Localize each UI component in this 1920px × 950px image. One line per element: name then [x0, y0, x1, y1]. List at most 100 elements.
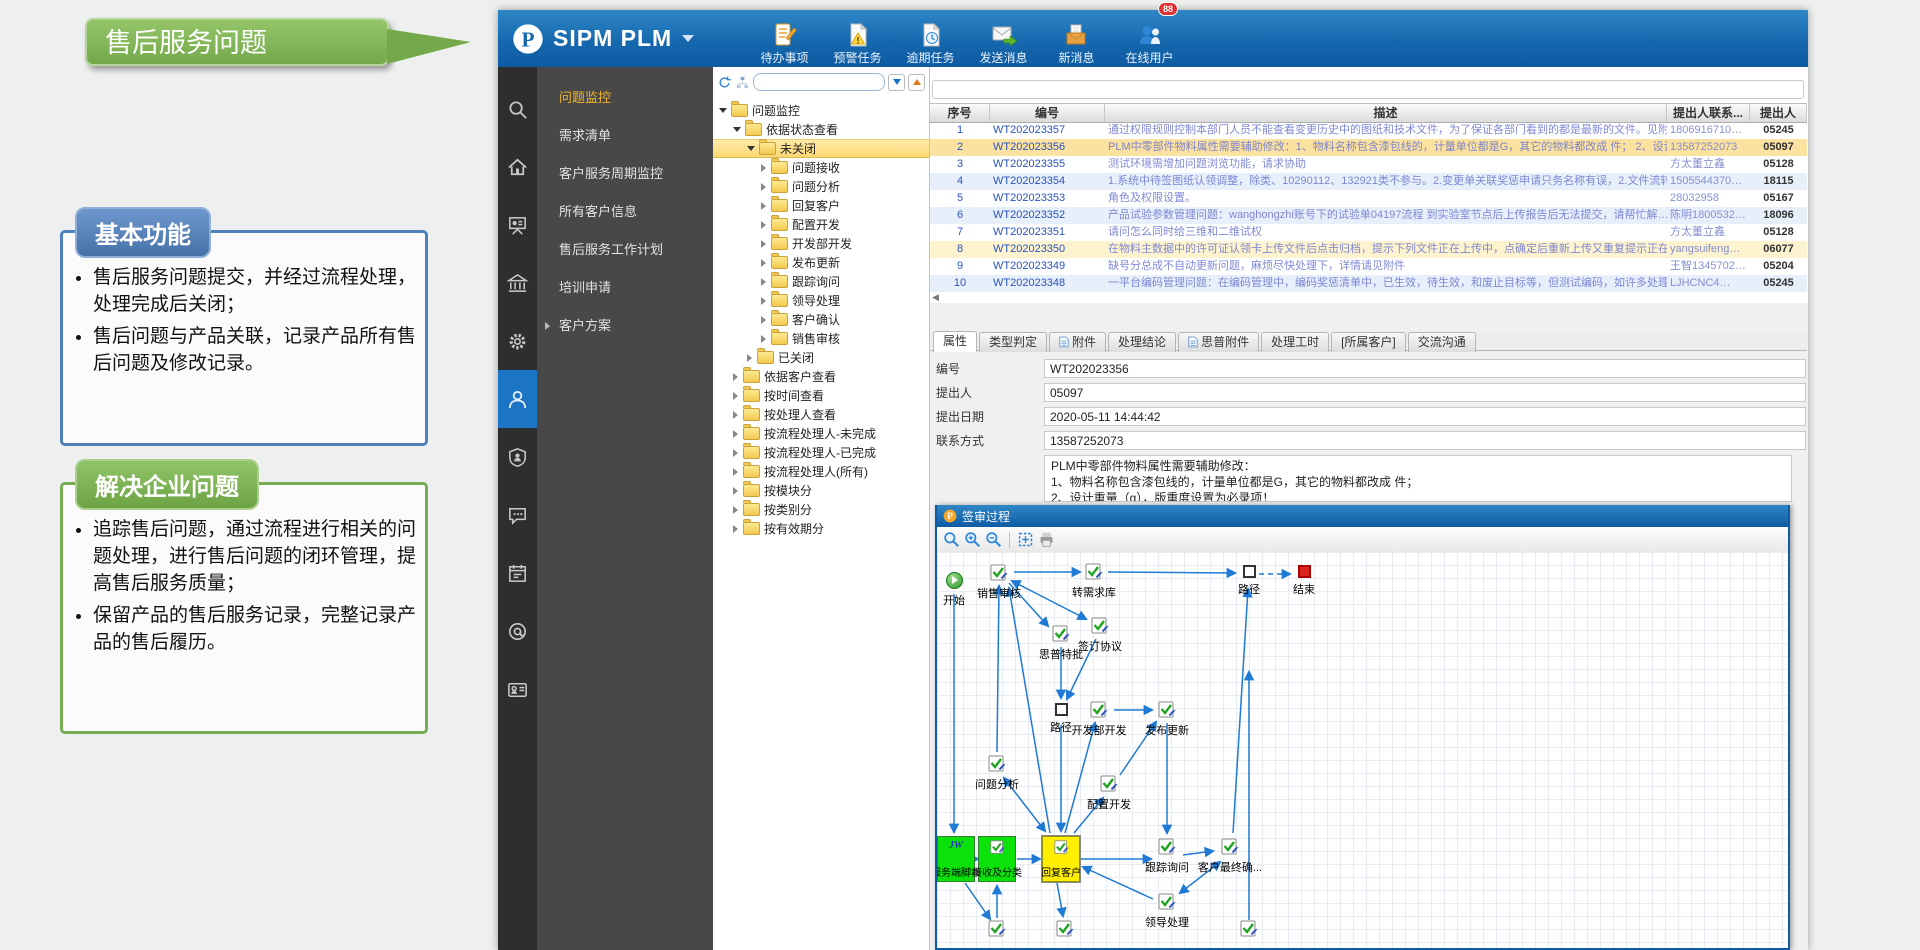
toolbar-inbox-button[interactable]: 新消息 [1040, 22, 1113, 66]
fit-view-icon[interactable] [1017, 531, 1034, 548]
table-row[interactable]: 7 WT202023351 请问怎么同时给三维和二维试权 方太董立鑫 05128 [930, 224, 1807, 241]
table-row[interactable]: 2 WT202023356 PLM中零部件物料属性需要辅助修改：1、物料名称包含漆包… [930, 139, 1807, 156]
table-filter-input[interactable] [932, 80, 1804, 99]
tree-expand-icon[interactable] [761, 334, 766, 343]
flow-node-转需求库[interactable]: 转需求库 [1054, 563, 1134, 599]
tree-node-依据客户查看[interactable]: 依据客户查看 [713, 367, 929, 386]
tree-expand-icon[interactable] [733, 410, 738, 419]
description-textarea[interactable]: PLM中零部件物料属性需要辅助修改： 1、物料名称包含漆包线的，计量单位都是G，… [1044, 455, 1792, 502]
flow-node-服务端脚本[interactable]: JW服务端脚本 [937, 836, 981, 882]
tab-思普附件[interactable]: 思普附件 [1178, 332, 1260, 352]
table-row[interactable]: 10 WT202023348 一平台编码管理问题：在编码管理中，编码奖惩清单中，已生… [930, 275, 1807, 292]
tree-node-开发部开发[interactable]: 开发部开发 [713, 234, 929, 253]
tree-expand-icon[interactable] [733, 524, 738, 533]
table-row[interactable]: 6 WT202023352 产品试验参数管理问题：wanghongzhi账号下的试验… [930, 207, 1807, 224]
menu-item-客户服务周期监控[interactable]: 客户服务周期监控 [537, 155, 713, 193]
tree-node-回复客户[interactable]: 回复客户 [713, 196, 929, 215]
tree-node-已关闭[interactable]: 已关闭 [713, 348, 929, 367]
tree-node-配置开发[interactable]: 配置开发 [713, 215, 929, 234]
nav-cal-icon[interactable] [498, 544, 537, 602]
tab-类型判定[interactable]: 类型判定 [979, 332, 1048, 352]
nav-card-icon[interactable] [498, 660, 537, 718]
flow-node-签订协议[interactable]: 签订协议 [1060, 617, 1140, 653]
tree-expand-icon[interactable] [761, 277, 766, 286]
tree-node-按类别分[interactable]: 按类别分 [713, 500, 929, 519]
tab-[所属客户][interactable]: [所属客户] [1331, 332, 1406, 352]
menu-item-问题监控[interactable]: 问题监控 [537, 79, 713, 117]
tree-expand-icon[interactable] [761, 239, 766, 248]
flow-node-销售审核[interactable]: 销售审核 [959, 564, 1039, 600]
column-header-4[interactable]: 提出人 [1750, 104, 1807, 122]
zoom-in-icon[interactable] [964, 531, 981, 548]
tab-属性[interactable]: 属性 [933, 331, 978, 352]
menu-item-售后服务工作计划[interactable]: 售后服务工作计划 [537, 231, 713, 269]
field-input-编号[interactable] [1044, 359, 1806, 378]
search-down-button[interactable] [888, 73, 905, 91]
tree-node-问题接收[interactable]: 问题接收 [713, 158, 929, 177]
menu-item-所有客户信息[interactable]: 所有客户信息 [537, 193, 713, 231]
tree-search-input[interactable] [753, 73, 885, 91]
tree-node-按流程处理人-已完成[interactable]: 按流程处理人-已完成 [713, 443, 929, 462]
nav-search-icon[interactable] [498, 80, 537, 138]
tree-expand-icon[interactable] [733, 467, 738, 476]
toolbar-warn-button[interactable]: 预警任务 [821, 22, 894, 66]
toolbar-send-button[interactable]: 发送消息 [967, 22, 1040, 66]
tree-node-按处理人查看[interactable]: 按处理人查看 [713, 405, 929, 424]
table-row[interactable]: 9 WT202023349 缺号分总成不自动更新问题，麻烦尽快处理下，详情请见附件 王… [930, 258, 1807, 275]
tab-交流沟通[interactable]: 交流沟通 [1407, 332, 1476, 352]
tree-expand-icon[interactable] [761, 296, 766, 305]
table-row[interactable]: 8 WT202023350 在物料主数据中的许可证认领卡上传文件后点击归档，提示下列… [930, 241, 1807, 258]
refresh-icon[interactable] [717, 75, 732, 90]
nav-head-icon[interactable] [498, 602, 537, 660]
flow-node-接收及分类[interactable]: 接收及分类 [972, 836, 1022, 882]
tree-collapse-icon[interactable] [747, 146, 755, 151]
tree-expand-icon[interactable] [733, 505, 738, 514]
tree-expand-icon[interactable] [733, 391, 738, 400]
tree-expand-icon[interactable] [761, 201, 766, 210]
tree-expand-icon[interactable] [747, 353, 752, 362]
column-header-3[interactable]: 提出人联系... [1667, 104, 1750, 122]
tree-expand-icon[interactable] [733, 372, 738, 381]
column-header-0[interactable]: 序号 [930, 104, 990, 122]
tree-expand-icon[interactable] [733, 448, 738, 457]
tree-expand-icon[interactable] [761, 258, 766, 267]
tree-node-按流程处理人(所有)[interactable]: 按流程处理人(所有) [713, 462, 929, 481]
flow-node-b3[interactable] [1209, 920, 1289, 943]
tree-collapse-icon[interactable] [719, 108, 727, 113]
tree-node-按时间查看[interactable]: 按时间查看 [713, 386, 929, 405]
tree-node-问题分析[interactable]: 问题分析 [713, 177, 929, 196]
tree-expand-icon[interactable] [733, 429, 738, 438]
toolbar-todo-button[interactable]: 待办事项 [748, 22, 821, 66]
tree-node-发布更新[interactable]: 发布更新 [713, 253, 929, 272]
nav-chat-icon[interactable] [498, 486, 537, 544]
tree-node-按流程处理人-未完成[interactable]: 按流程处理人-未完成 [713, 424, 929, 443]
menu-item-培训申请[interactable]: 培训申请 [537, 269, 713, 307]
table-row[interactable]: 5 WT202023353 角色及权限设置。 28032958 05167 [930, 190, 1807, 207]
flow-diagram-canvas[interactable]: 开始 销售审核 转需求库 路径 结束 思普特批 签订协议 路径 开发部开发 发布更新 问题分析 配置开… [937, 552, 1788, 948]
menu-item-需求清单[interactable]: 需求清单 [537, 117, 713, 155]
tree-node-按有效期分[interactable]: 按有效期分 [713, 519, 929, 538]
table-row[interactable]: 4 WT202023354 1.系统中待签图纸认领调整，除类、10290112、13… [930, 173, 1807, 190]
tree-node-依据状态查看[interactable]: 依据状态查看 [713, 120, 929, 139]
column-header-1[interactable]: 编号 [990, 104, 1105, 122]
tree-expand-icon[interactable] [761, 220, 766, 229]
tree-expand-icon[interactable] [733, 486, 738, 495]
org-structure-icon[interactable] [735, 75, 750, 90]
tree-expand-icon[interactable] [761, 163, 766, 172]
tree-node-领导处理[interactable]: 领导处理 [713, 291, 929, 310]
tree-node-按模块分[interactable]: 按模块分 [713, 481, 929, 500]
flow-node-问题分析[interactable]: 问题分析 [957, 755, 1037, 791]
tab-附件[interactable]: 附件 [1049, 332, 1107, 352]
toolbar-users-button[interactable]: 88 在线用户 [1113, 1, 1186, 66]
flow-node-结束[interactable]: 结束 [1264, 565, 1344, 596]
expand-arrow-icon[interactable] [545, 322, 550, 330]
nav-home-icon[interactable] [498, 138, 537, 196]
field-input-提出人[interactable] [1044, 383, 1806, 402]
search-up-button[interactable] [908, 73, 925, 91]
flow-node-回复客户[interactable]: 回复客户 [1041, 835, 1081, 883]
zoom-out-icon[interactable] [985, 531, 1002, 548]
flow-node-配置开发[interactable]: 配置开发 [1069, 775, 1149, 811]
table-row[interactable]: 1 WT202023357 通过权限规则控制本部门人员不能查看变更历史中的图纸和技术… [930, 122, 1807, 139]
flow-window-titlebar[interactable]: 签审过程 [937, 505, 1788, 527]
zoom-icon[interactable] [943, 531, 960, 548]
